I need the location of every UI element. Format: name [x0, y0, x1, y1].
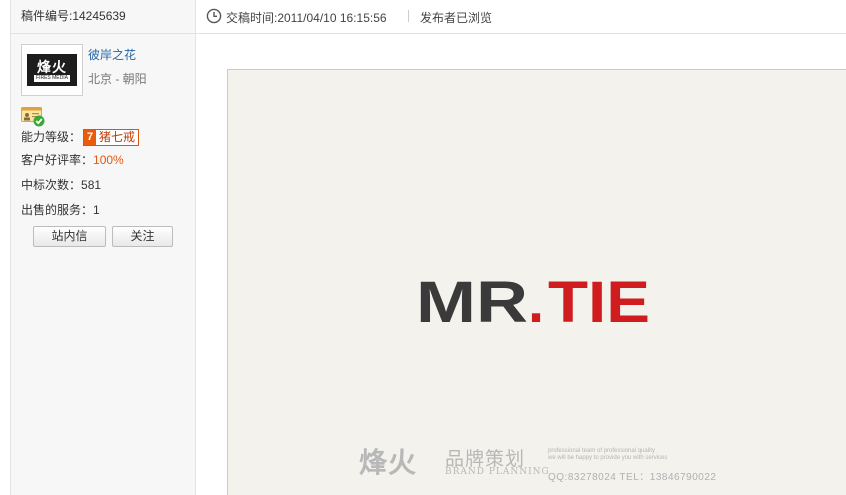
designer-location: 北京 - 朝阳: [88, 72, 147, 86]
rating-label: 客户好评率：: [21, 153, 94, 167]
rating-stat: 客户好评率：100%: [21, 151, 124, 168]
level-name: 猪七戒: [96, 130, 139, 146]
brand-planning-en: BRAND PLANNING: [445, 467, 550, 477]
verified-id-icon: [21, 107, 45, 127]
ability-level: 能力等级： 7 猪七戒: [21, 128, 140, 147]
ability-level-label: 能力等级：: [21, 130, 82, 144]
clock-icon: [206, 8, 222, 24]
services-value: 1: [93, 203, 100, 217]
wins-label: 中标次数：: [21, 178, 82, 192]
avatar-logo-subtext: FIRES MEDIA: [34, 74, 70, 82]
designer-sidebar: 稿件编号:14245639 烽火 FIRES MEDIA 彼岸之花 北京 - 朝…: [10, 0, 196, 495]
entry-id: 稿件编号:14245639: [11, 0, 195, 34]
entry-topbar: 交稿时间:2011/04/10 16:15:56 发布者已浏览: [196, 0, 846, 34]
message-button[interactable]: 站内信: [33, 226, 106, 247]
topbar-divider: [408, 10, 409, 22]
brand-name-cn: 烽火: [359, 447, 418, 478]
logo-mr: MR: [416, 270, 528, 330]
logo-tie: TIE: [548, 270, 650, 330]
mr-tie-logo: MR . TIE: [416, 270, 652, 335]
logo-dot: .: [528, 270, 544, 330]
avatar-logo: 烽火 FIRES MEDIA: [27, 54, 77, 86]
brand-contact: QQ:83278024 TEL：13846790022: [548, 472, 717, 483]
viewed-status: 发布者已浏览: [420, 11, 493, 25]
avatar[interactable]: 烽火 FIRES MEDIA: [21, 44, 83, 96]
wins-value: 581: [81, 178, 102, 192]
follow-button[interactable]: 关注: [112, 226, 173, 247]
services-stat: 出售的服务：1: [21, 201, 100, 218]
wins-stat: 中标次数：581: [21, 176, 101, 193]
designer-name-link[interactable]: 彼岸之花: [88, 46, 136, 63]
brand-tagline-1: professional team of professional qualit…: [548, 448, 656, 454]
brand-footer: 烽火 品牌策划 BRAND PLANNING professional team…: [359, 446, 739, 486]
artwork-preview[interactable]: MR . TIE 烽火 品牌策划 BRAND PLANNING professi…: [227, 69, 846, 495]
avatar-logo-text: 烽火: [37, 58, 67, 75]
submit-time: 交稿时间:2011/04/10 16:15:56: [226, 11, 387, 25]
level-badge: 7 猪七戒: [83, 129, 140, 147]
services-label: 出售的服务：: [21, 203, 94, 217]
level-number: 7: [84, 130, 97, 146]
rating-value: 100%: [93, 153, 124, 167]
mr-tie-logo-mark: MR . TIE: [416, 270, 650, 335]
brand-tagline-2: we will be happy to provide you with ser…: [548, 455, 668, 461]
